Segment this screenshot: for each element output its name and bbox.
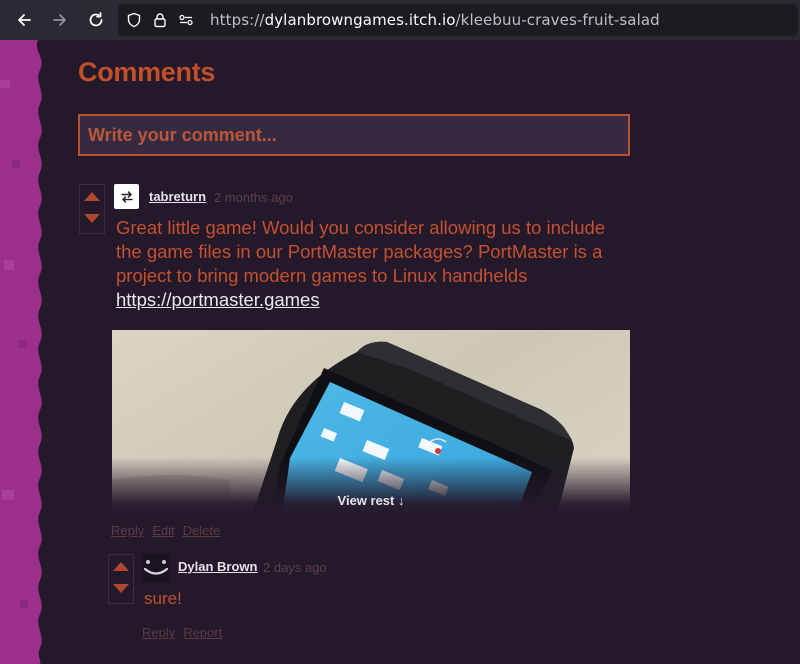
- comment-body: Great little game! Would you consider al…: [116, 216, 628, 312]
- avatar[interactable]: [114, 184, 139, 209]
- view-rest-button[interactable]: View rest ↓: [112, 493, 630, 508]
- delete-link[interactable]: Delete: [183, 523, 221, 538]
- address-bar[interactable]: https://dylanbrowngames.itch.io/kleebuu-…: [118, 4, 798, 36]
- url-path: /kleebuu-craves-fruit-salad: [455, 11, 660, 29]
- downvote-icon[interactable]: [84, 214, 100, 223]
- vote-box: [79, 184, 105, 234]
- edit-link[interactable]: Edit: [152, 523, 174, 538]
- forward-button[interactable]: [46, 6, 74, 34]
- tab-return-icon: [120, 190, 133, 203]
- reload-button[interactable]: [82, 6, 110, 34]
- portmaster-link[interactable]: https://portmaster.games: [116, 289, 320, 310]
- lock-icon[interactable]: [152, 12, 168, 28]
- comment-input[interactable]: [78, 114, 630, 156]
- side-background: [0, 40, 42, 664]
- comment-image[interactable]: [112, 330, 630, 515]
- reply-actions: Reply Report: [142, 625, 230, 640]
- reply-link[interactable]: Reply: [142, 625, 175, 640]
- downvote-icon[interactable]: [113, 584, 129, 593]
- reply-body: sure!: [144, 589, 182, 608]
- reply-time[interactable]: 2 days ago: [263, 560, 327, 575]
- reload-icon: [89, 12, 103, 27]
- page-content: Comments tabreturn 2 months ago Great li…: [0, 40, 800, 664]
- reply-link[interactable]: Reply: [111, 523, 144, 538]
- browser-toolbar: https://dylanbrowngames.itch.io/kleebuu-…: [0, 0, 800, 40]
- comments-heading: Comments: [78, 57, 216, 87]
- comment-body-text: Great little game! Would you consider al…: [116, 217, 606, 286]
- upvote-icon[interactable]: [84, 192, 100, 201]
- url-text[interactable]: https://dylanbrowngames.itch.io/kleebuu-…: [210, 11, 660, 29]
- back-button[interactable]: [10, 6, 38, 34]
- avatar[interactable]: [142, 554, 170, 582]
- upvote-icon[interactable]: [113, 562, 129, 571]
- reply-author[interactable]: Dylan Brown: [178, 559, 257, 574]
- comment-author[interactable]: tabreturn: [149, 189, 206, 204]
- arrow-right-icon: [53, 14, 66, 26]
- vote-box: [108, 554, 134, 604]
- comment-time[interactable]: 2 months ago: [214, 190, 293, 205]
- shield-icon[interactable]: [126, 12, 142, 28]
- url-prefix: https://: [210, 11, 265, 29]
- report-link[interactable]: Report: [183, 625, 222, 640]
- arrow-left-icon: [18, 14, 31, 26]
- permissions-icon[interactable]: [178, 12, 194, 28]
- url-host: dylanbrowngames.itch.io: [264, 11, 456, 29]
- comment-actions: Reply Edit Delete: [111, 523, 228, 538]
